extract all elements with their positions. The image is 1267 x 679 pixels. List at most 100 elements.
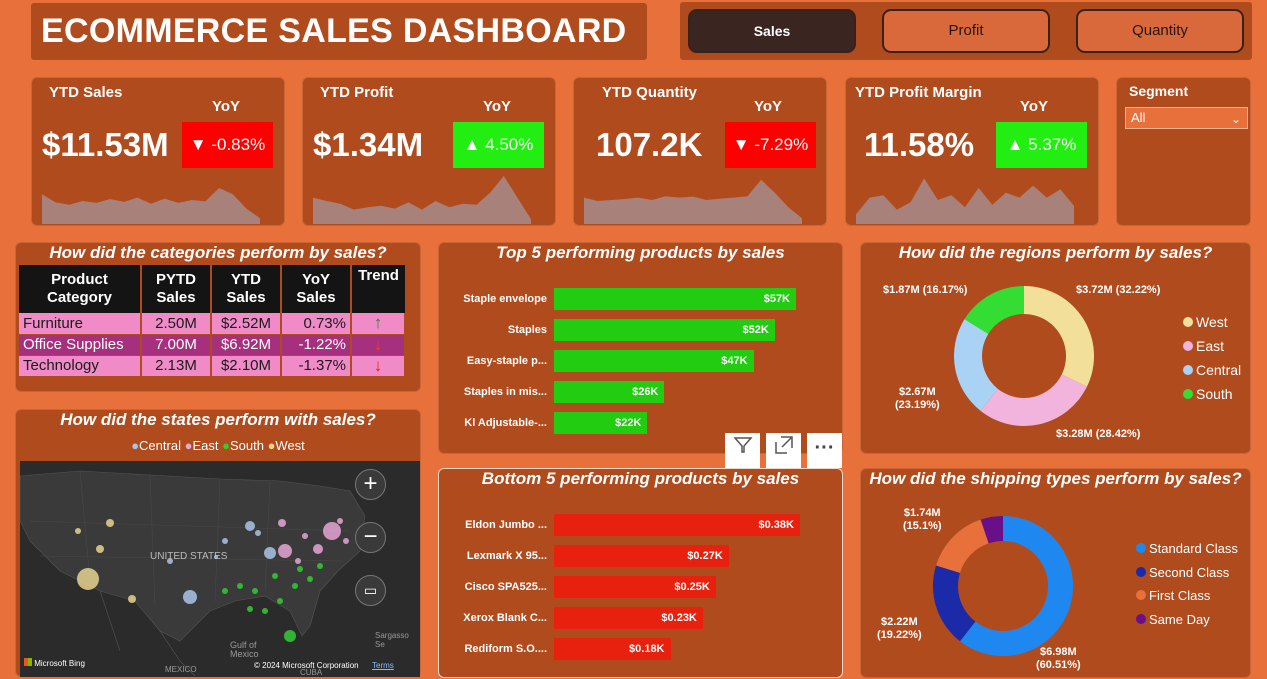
region-label-south: $1.87M (16.17%) xyxy=(883,284,968,296)
profit-nav-button[interactable]: Profit xyxy=(882,9,1050,53)
donut-slice-central[interactable] xyxy=(954,319,998,411)
state-bubble[interactable] xyxy=(77,568,99,590)
state-bubble[interactable] xyxy=(278,519,286,527)
state-bubble[interactable] xyxy=(245,521,255,531)
state-bubble[interactable] xyxy=(317,563,323,569)
cell-ytd: $2.52M xyxy=(211,313,282,335)
donut-slice-first-class[interactable] xyxy=(936,519,989,573)
cell-category: Furniture xyxy=(19,313,142,335)
states-map[interactable]: UNITED STATES Gulf of Mexico MEXICO CUBA… xyxy=(20,461,420,677)
col-header: PYTD Sales xyxy=(141,265,212,313)
bar[interactable]: $26K xyxy=(554,381,665,403)
bar-row[interactable]: Lexmark X 95... $0.27K xyxy=(439,545,844,567)
bar-value-label: $0.38K xyxy=(758,519,794,531)
bar-row[interactable]: Staples $52K xyxy=(439,319,844,341)
state-bubble[interactable] xyxy=(264,547,276,559)
state-bubble[interactable] xyxy=(337,518,343,524)
zoom-out-button[interactable]: − xyxy=(355,522,386,553)
state-bubble[interactable] xyxy=(247,606,253,612)
segment-dropdown[interactable]: All ⌄ xyxy=(1125,107,1248,129)
cell-category: Office Supplies xyxy=(19,334,142,356)
state-bubble[interactable] xyxy=(323,522,341,540)
kpi-value: $1.34M xyxy=(313,126,424,163)
bottom5-title: Bottom 5 performing products by sales xyxy=(481,469,800,488)
bar[interactable]: $0.27K xyxy=(554,545,729,567)
bar[interactable]: $47K xyxy=(554,350,754,372)
zoom-in-button[interactable]: + xyxy=(355,469,386,500)
more-options-button[interactable]: ··· xyxy=(807,433,842,468)
kpi-value: $11.53M xyxy=(42,126,169,163)
table-row[interactable]: Office Supplies 7.00M $6.92M -1.22% ↓ xyxy=(19,334,406,356)
legend-standard: Standard Class xyxy=(1136,541,1238,556)
bar[interactable]: $22K xyxy=(554,412,648,434)
bar-row[interactable]: Rediform S.O.... $0.18K xyxy=(439,638,844,660)
shipping-label-second: $2.22M (19.22%) xyxy=(877,616,922,641)
filter-button[interactable] xyxy=(725,433,760,468)
state-bubble[interactable] xyxy=(278,544,292,558)
state-bubble[interactable] xyxy=(252,588,258,594)
legend-item: ●West xyxy=(267,438,305,453)
state-bubble[interactable] xyxy=(297,566,303,572)
sparkline xyxy=(856,178,1074,224)
cell-yoy: 0.73% xyxy=(281,313,352,335)
sparkline xyxy=(42,188,260,224)
donut-slice-east[interactable] xyxy=(980,374,1087,426)
bar-row[interactable]: Kl Adjustable-... $22K xyxy=(439,412,844,434)
donut-slice-west[interactable] xyxy=(1024,286,1094,387)
bar-label: Staples xyxy=(507,324,547,336)
state-bubble[interactable] xyxy=(277,598,283,604)
state-bubble[interactable] xyxy=(75,528,81,534)
state-bubble[interactable] xyxy=(106,519,114,527)
page-title: ECOMMERCE SALES DASHBOARD xyxy=(31,3,647,60)
state-bubble[interactable] xyxy=(292,583,298,589)
map-copyright: © 2024 Microsoft Corporation xyxy=(254,661,359,670)
quantity-nav-button[interactable]: Quantity xyxy=(1076,9,1244,53)
shipping-panel: How did the shipping types perform by sa… xyxy=(860,468,1251,678)
segment-slicer: Segment All ⌄ xyxy=(1116,77,1251,226)
bar-row[interactable]: Eldon Jumbo ... $0.38K xyxy=(439,514,844,536)
state-bubble[interactable] xyxy=(307,576,313,582)
bar-row[interactable]: Cisco SPA525... $0.25K xyxy=(439,576,844,598)
state-bubble[interactable] xyxy=(183,590,197,604)
sales-nav-button[interactable]: Sales xyxy=(688,9,856,53)
bar[interactable]: $52K xyxy=(554,319,775,341)
cell-ytd: $6.92M xyxy=(211,334,282,356)
state-bubble[interactable] xyxy=(343,538,349,544)
yoy-badge: ▲ 5.37% xyxy=(996,122,1087,168)
bar[interactable]: $57K xyxy=(554,288,796,310)
focus-mode-button[interactable] xyxy=(766,433,801,468)
bar[interactable]: $0.38K xyxy=(554,514,800,536)
state-bubble[interactable] xyxy=(284,630,296,642)
bar-row[interactable]: Staple envelope $57K xyxy=(439,288,844,310)
cell-yoy: -1.37% xyxy=(281,355,352,377)
arrow-down-icon: ↓ xyxy=(351,355,406,377)
state-bubble[interactable] xyxy=(302,533,308,539)
kpi-card-sales: YTD Sales YoY $11.53M ▼ -0.83% xyxy=(31,77,285,226)
bar-row[interactable]: Xerox Blank C... $0.23K xyxy=(439,607,844,629)
segment-value: All xyxy=(1131,110,1146,125)
state-bubble[interactable] xyxy=(272,573,278,579)
state-bubble[interactable] xyxy=(313,544,323,554)
bar-label: Kl Adjustable-... xyxy=(464,417,547,429)
bar[interactable]: $0.23K xyxy=(554,607,703,629)
map-terms-link[interactable]: Terms xyxy=(372,661,394,670)
table-row[interactable]: Technology 2.13M $2.10M -1.37% ↓ xyxy=(19,355,406,377)
col-header: Product Category xyxy=(19,265,142,313)
state-bubble[interactable] xyxy=(262,608,268,614)
state-bubble[interactable] xyxy=(96,545,104,553)
state-bubble[interactable] xyxy=(128,595,136,603)
yoy-badge: ▼ -7.29% xyxy=(725,122,816,168)
kpi-label: YTD Profit xyxy=(320,84,394,101)
col-header: Trend xyxy=(351,265,405,313)
bar-row[interactable]: Easy-staple p... $47K xyxy=(439,350,844,372)
table-row[interactable]: Furniture 2.50M $2.52M 0.73% ↑ xyxy=(19,313,406,335)
map-select-button[interactable]: ▭ xyxy=(355,575,386,606)
bar[interactable]: $0.18K xyxy=(554,638,671,660)
state-bubble[interactable] xyxy=(222,538,228,544)
state-bubble[interactable] xyxy=(222,588,228,594)
state-bubble[interactable] xyxy=(255,530,261,536)
bar-row[interactable]: Staples in mis... $26K xyxy=(439,381,844,403)
state-bubble[interactable] xyxy=(295,558,301,564)
state-bubble[interactable] xyxy=(237,583,243,589)
bar[interactable]: $0.25K xyxy=(554,576,716,598)
